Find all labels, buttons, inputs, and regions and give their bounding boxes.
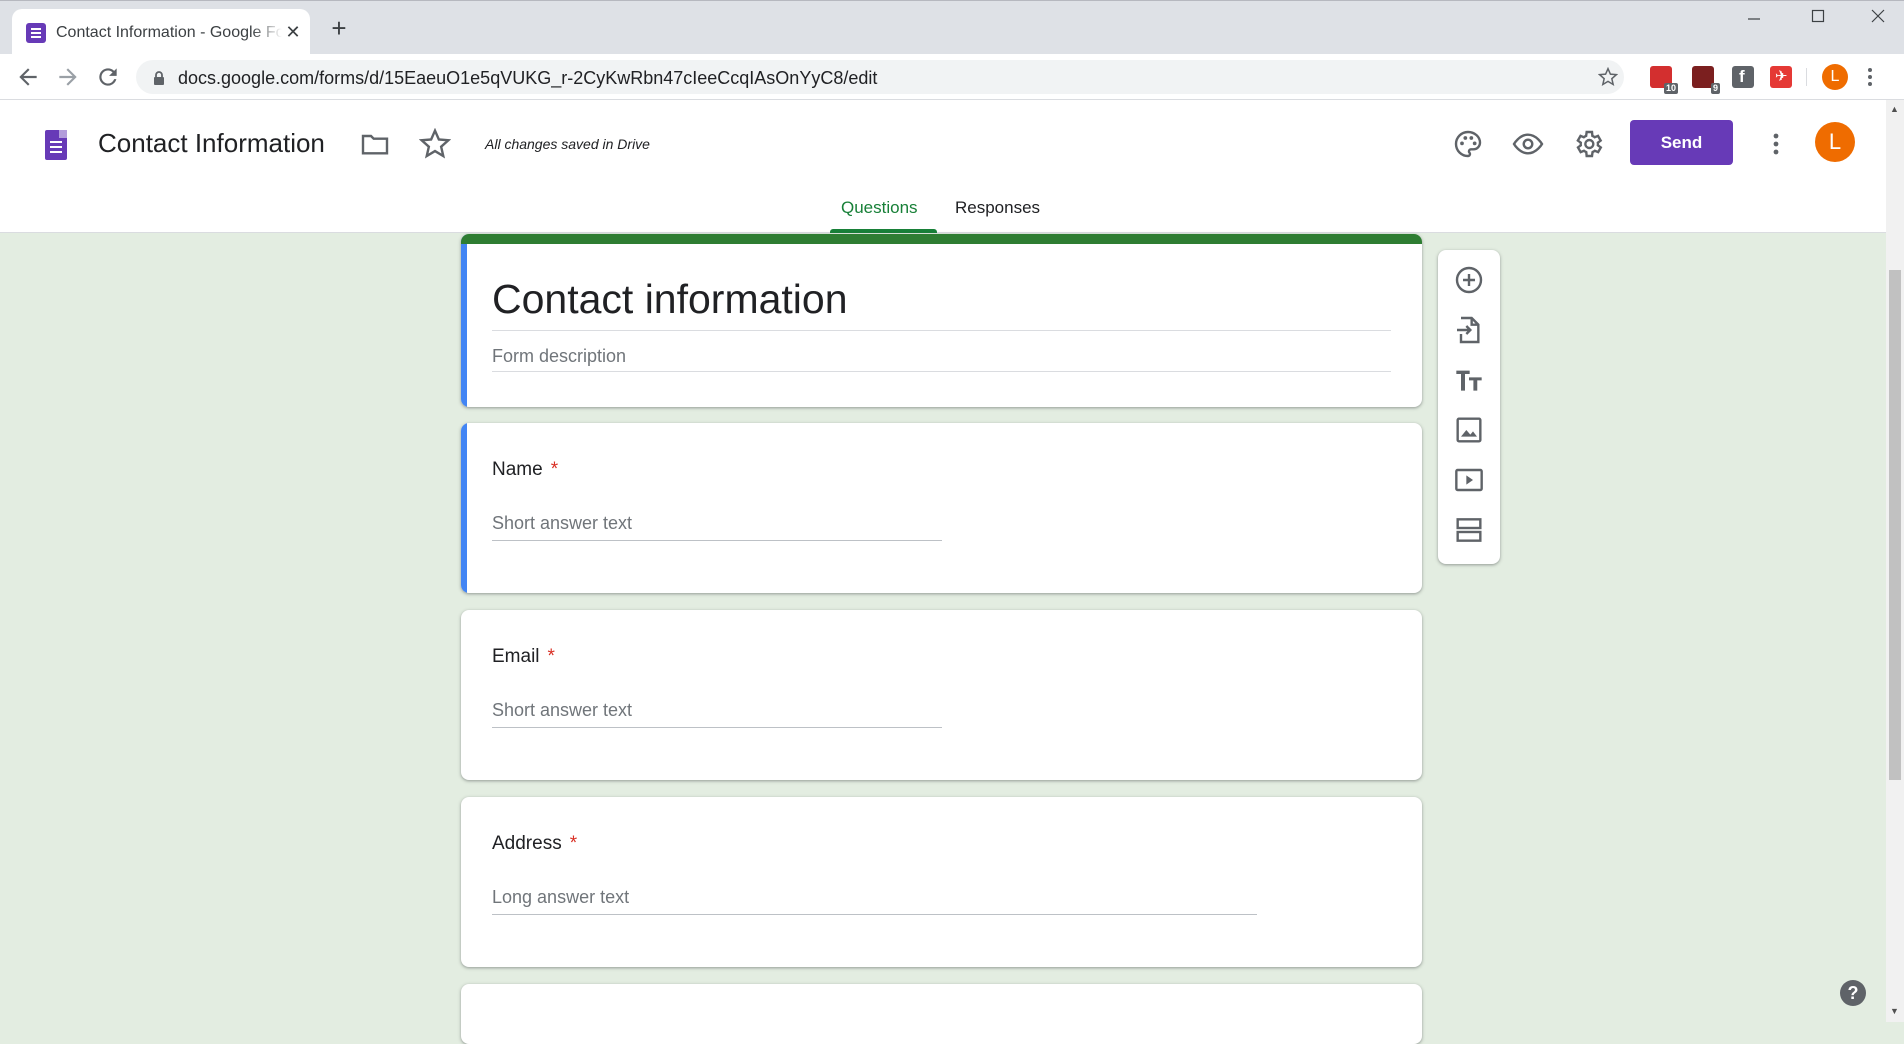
divider <box>492 371 1391 372</box>
send-button[interactable]: Send <box>1630 120 1733 165</box>
scroll-thumb[interactable] <box>1889 270 1901 780</box>
question-card-name[interactable]: Name * Short answer text <box>461 423 1422 593</box>
browser-toolbar: docs.google.com/forms/d/15EaeuO1e5qVUKG_… <box>0 54 1904 100</box>
question-card-address[interactable]: Address * Long answer text <box>461 797 1422 967</box>
back-arrow-icon[interactable] <box>15 64 41 90</box>
forms-favicon-icon <box>26 23 46 43</box>
tab-questions[interactable]: Questions <box>841 198 918 218</box>
adblock-icon[interactable]: 10 <box>1650 66 1678 94</box>
account-avatar[interactable]: L <box>1815 122 1855 162</box>
facebook-icon[interactable]: f <box>1732 66 1754 88</box>
answer-placeholder: Short answer text <box>492 700 633 720</box>
answer-underline <box>492 540 942 541</box>
answer-placeholder: Long answer text <box>492 887 630 907</box>
url-text: docs.google.com/forms/d/15EaeuO1e5qVUKG_… <box>178 68 878 88</box>
document-title[interactable]: Contact Information <box>98 128 325 159</box>
toolbar-divider <box>1806 68 1807 86</box>
question-card-email[interactable]: Email * Short answer text <box>461 610 1422 780</box>
move-to-folder-icon[interactable] <box>359 128 391 160</box>
add-title-icon[interactable] <box>1453 364 1485 396</box>
question-title[interactable]: Email * <box>492 646 555 668</box>
tab-responses[interactable]: Responses <box>955 198 1040 218</box>
close-window-icon[interactable] <box>1858 9 1898 35</box>
close-tab-icon[interactable]: ✕ <box>282 21 304 43</box>
forms-logo-icon[interactable] <box>45 130 67 160</box>
required-asterisk: * <box>550 459 559 480</box>
settings-gear-icon[interactable] <box>1572 128 1604 160</box>
scroll-up-arrow-icon[interactable]: ▲ <box>1890 104 1899 114</box>
pin-extension-icon[interactable]: ✈ <box>1770 66 1792 88</box>
add-video-icon[interactable] <box>1453 464 1485 496</box>
required-asterisk: * <box>547 646 555 667</box>
answer-placeholder: Short answer text <box>492 513 633 533</box>
question-title[interactable]: Name * <box>492 459 558 481</box>
forward-arrow-icon[interactable] <box>55 64 81 90</box>
reload-icon[interactable] <box>95 64 121 90</box>
add-image-icon[interactable] <box>1453 414 1485 446</box>
active-tab-indicator <box>830 229 937 233</box>
saved-status: All changes saved in Drive <box>485 136 650 152</box>
forms-app-bar: Contact Information All changes saved in… <box>0 100 1886 233</box>
more-options-icon[interactable] <box>1760 128 1792 160</box>
new-tab-button[interactable]: + <box>326 15 352 41</box>
question-title[interactable]: Address * <box>492 833 577 855</box>
address-bar[interactable]: docs.google.com/forms/d/15EaeuO1e5qVUKG_… <box>136 60 1624 94</box>
maximize-window-icon[interactable] <box>1798 9 1838 35</box>
form-description-field[interactable]: Form description <box>492 346 626 367</box>
form-title[interactable]: Contact information <box>492 276 848 323</box>
help-icon[interactable]: ? <box>1840 980 1866 1006</box>
tab-title: Contact Information - Google Forms <box>56 24 282 42</box>
required-asterisk: * <box>569 833 578 854</box>
side-toolbar <box>1438 250 1500 564</box>
bookmark-star-icon[interactable] <box>1598 67 1618 87</box>
page-scrollbar[interactable]: ▲ ▼ <box>1886 100 1904 1022</box>
add-section-icon[interactable] <box>1453 514 1485 546</box>
answer-underline <box>492 727 942 728</box>
form-title-card[interactable]: Contact information Form description <box>461 234 1422 407</box>
browser-tab[interactable]: Contact Information - Google Forms ✕ <box>12 9 310 56</box>
ublock-icon[interactable]: 9 <box>1692 66 1720 94</box>
scroll-down-arrow-icon[interactable]: ▼ <box>1890 1006 1899 1016</box>
browser-menu-icon[interactable] <box>1866 65 1874 94</box>
minimize-window-icon[interactable] <box>1734 9 1774 35</box>
import-questions-icon[interactable] <box>1453 314 1485 346</box>
divider <box>492 330 1391 331</box>
question-card-partial[interactable] <box>461 984 1422 1044</box>
browser-profile-avatar[interactable]: L <box>1822 64 1848 90</box>
star-icon[interactable] <box>418 127 452 160</box>
customize-theme-palette-icon[interactable] <box>1452 128 1484 160</box>
preview-eye-icon[interactable] <box>1512 128 1544 160</box>
theme-color-bar <box>461 234 1422 244</box>
answer-underline <box>492 914 1257 915</box>
lock-icon <box>154 71 164 85</box>
add-question-icon[interactable] <box>1453 264 1485 296</box>
browser-tab-strip: Contact Information - Google Forms ✕ + <box>0 0 1904 56</box>
